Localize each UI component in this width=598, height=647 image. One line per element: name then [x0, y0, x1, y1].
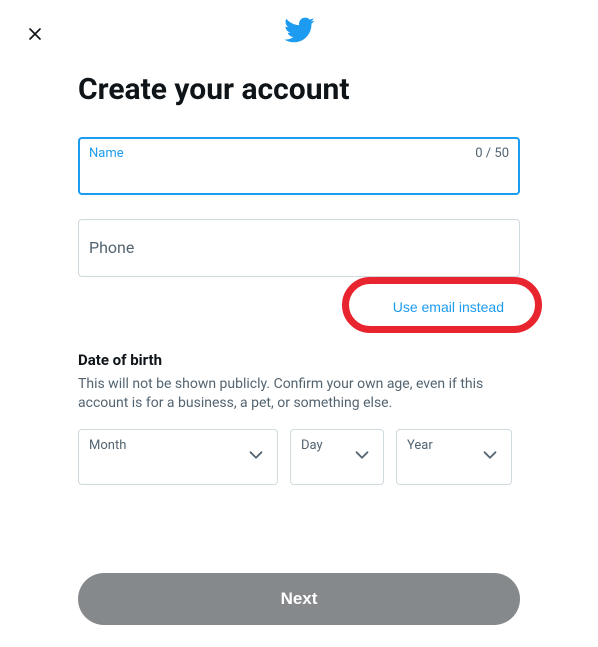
- twitter-logo-icon: [283, 14, 315, 50]
- page-title: Create your account: [78, 72, 520, 107]
- dob-section-label: Date of birth: [78, 351, 520, 369]
- year-select[interactable]: Year: [396, 429, 512, 485]
- name-label: Name: [89, 146, 509, 162]
- month-select[interactable]: Month: [78, 429, 278, 485]
- use-email-instead-link[interactable]: Use email instead: [377, 291, 520, 323]
- next-button[interactable]: Next: [78, 573, 520, 625]
- name-char-counter: 0 / 50: [475, 146, 509, 161]
- signup-form: Create your account Name 0 / 50 Phone Us…: [0, 0, 598, 485]
- month-label: Month: [89, 438, 267, 453]
- phone-label: Phone: [89, 228, 509, 268]
- close-button[interactable]: [18, 18, 52, 52]
- close-icon: [25, 24, 45, 47]
- chevron-down-icon: [351, 444, 373, 470]
- dob-hint-text: This will not be shown publicly. Confirm…: [78, 375, 520, 413]
- name-input[interactable]: [89, 164, 509, 182]
- name-field[interactable]: Name 0 / 50: [78, 137, 520, 195]
- chevron-down-icon: [479, 444, 501, 470]
- phone-field[interactable]: Phone: [78, 219, 520, 277]
- dob-selectors: Month Day Year: [78, 429, 520, 485]
- day-select[interactable]: Day: [290, 429, 384, 485]
- chevron-down-icon: [245, 444, 267, 470]
